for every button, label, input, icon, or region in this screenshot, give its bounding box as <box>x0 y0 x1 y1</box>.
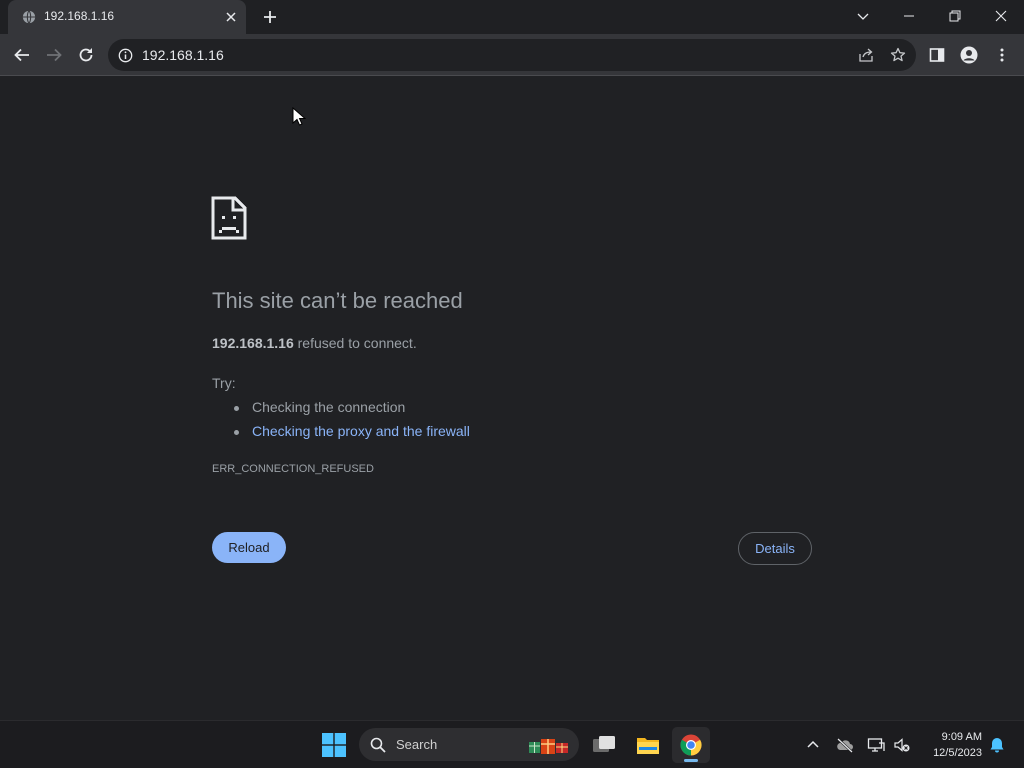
profile-icon[interactable] <box>960 46 978 64</box>
page-content: This site can’t be reached 192.168.1.16 … <box>0 77 1024 720</box>
suggestion-proxy-firewall-link[interactable]: Checking the proxy and the firewall <box>252 423 470 439</box>
notification-bell-icon[interactable] <box>988 736 1006 754</box>
chrome-taskbar-button[interactable] <box>672 727 710 763</box>
taskbar-search-box[interactable]: Search <box>359 728 579 761</box>
try-label: Try: <box>212 375 236 391</box>
error-message: refused to connect. <box>293 335 417 351</box>
network-icon[interactable] <box>867 736 885 754</box>
windows-start-icon[interactable] <box>322 733 346 757</box>
close-window-icon[interactable] <box>991 6 1011 26</box>
taskbar: Search 9:09 AM 12/5/2023 <box>0 720 1024 768</box>
chrome-icon <box>680 734 702 756</box>
back-icon[interactable] <box>13 46 31 64</box>
sad-page-icon <box>211 196 247 240</box>
restore-icon[interactable] <box>945 6 965 26</box>
task-view-icon <box>593 736 615 752</box>
browser-toolbar: 192.168.1.16 <box>0 34 1024 76</box>
address-url[interactable]: 192.168.1.16 <box>142 47 224 63</box>
globe-icon <box>22 10 36 24</box>
forward-icon[interactable] <box>45 46 63 64</box>
side-panel-icon[interactable] <box>928 46 946 64</box>
details-button[interactable]: Details <box>738 532 812 565</box>
error-host: 192.168.1.16 <box>212 335 294 351</box>
site-info-icon[interactable] <box>118 48 133 63</box>
search-icon <box>370 737 386 753</box>
address-bar[interactable]: 192.168.1.16 <box>108 39 916 71</box>
clock-time: 9:09 AM <box>941 731 982 743</box>
more-menu-icon[interactable] <box>993 46 1011 64</box>
suggestion-connection: Checking the connection <box>252 399 406 415</box>
error-description: 192.168.1.16 refused to connect. <box>212 335 417 351</box>
onedrive-offline-icon[interactable] <box>836 736 854 754</box>
active-app-indicator <box>684 759 698 762</box>
minimize-icon[interactable] <box>899 6 919 26</box>
bookmark-star-icon[interactable] <box>890 47 906 63</box>
bullet <box>234 430 239 435</box>
browser-tab[interactable]: 192.168.1.16 <box>8 0 246 34</box>
search-highlight-gifts-icon <box>529 739 568 754</box>
search-label: Search <box>396 737 438 752</box>
show-hidden-icons-chevron-icon[interactable] <box>804 736 822 754</box>
error-title: This site can’t be reached <box>212 288 463 313</box>
close-tab-icon[interactable] <box>224 10 238 24</box>
file-explorer-button[interactable] <box>628 727 666 763</box>
reload-button[interactable]: Reload <box>212 532 286 563</box>
task-view-button[interactable] <box>584 727 622 763</box>
volume-muted-icon[interactable] <box>893 736 911 754</box>
bullet <box>234 406 239 411</box>
system-clock[interactable]: 9:09 AM 12/5/2023 <box>920 729 982 761</box>
tab-strip: 192.168.1.16 <box>0 0 1024 34</box>
clock-date: 12/5/2023 <box>933 747 982 759</box>
tab-title: 192.168.1.16 <box>44 9 115 23</box>
mouse-cursor-icon <box>292 107 306 126</box>
reload-icon[interactable] <box>77 46 95 64</box>
folder-icon <box>637 738 659 754</box>
tab-search-chevron-icon[interactable] <box>853 6 873 26</box>
error-code: ERR_CONNECTION_REFUSED <box>212 463 374 475</box>
new-tab-icon[interactable] <box>262 9 278 25</box>
share-icon[interactable] <box>858 47 874 63</box>
